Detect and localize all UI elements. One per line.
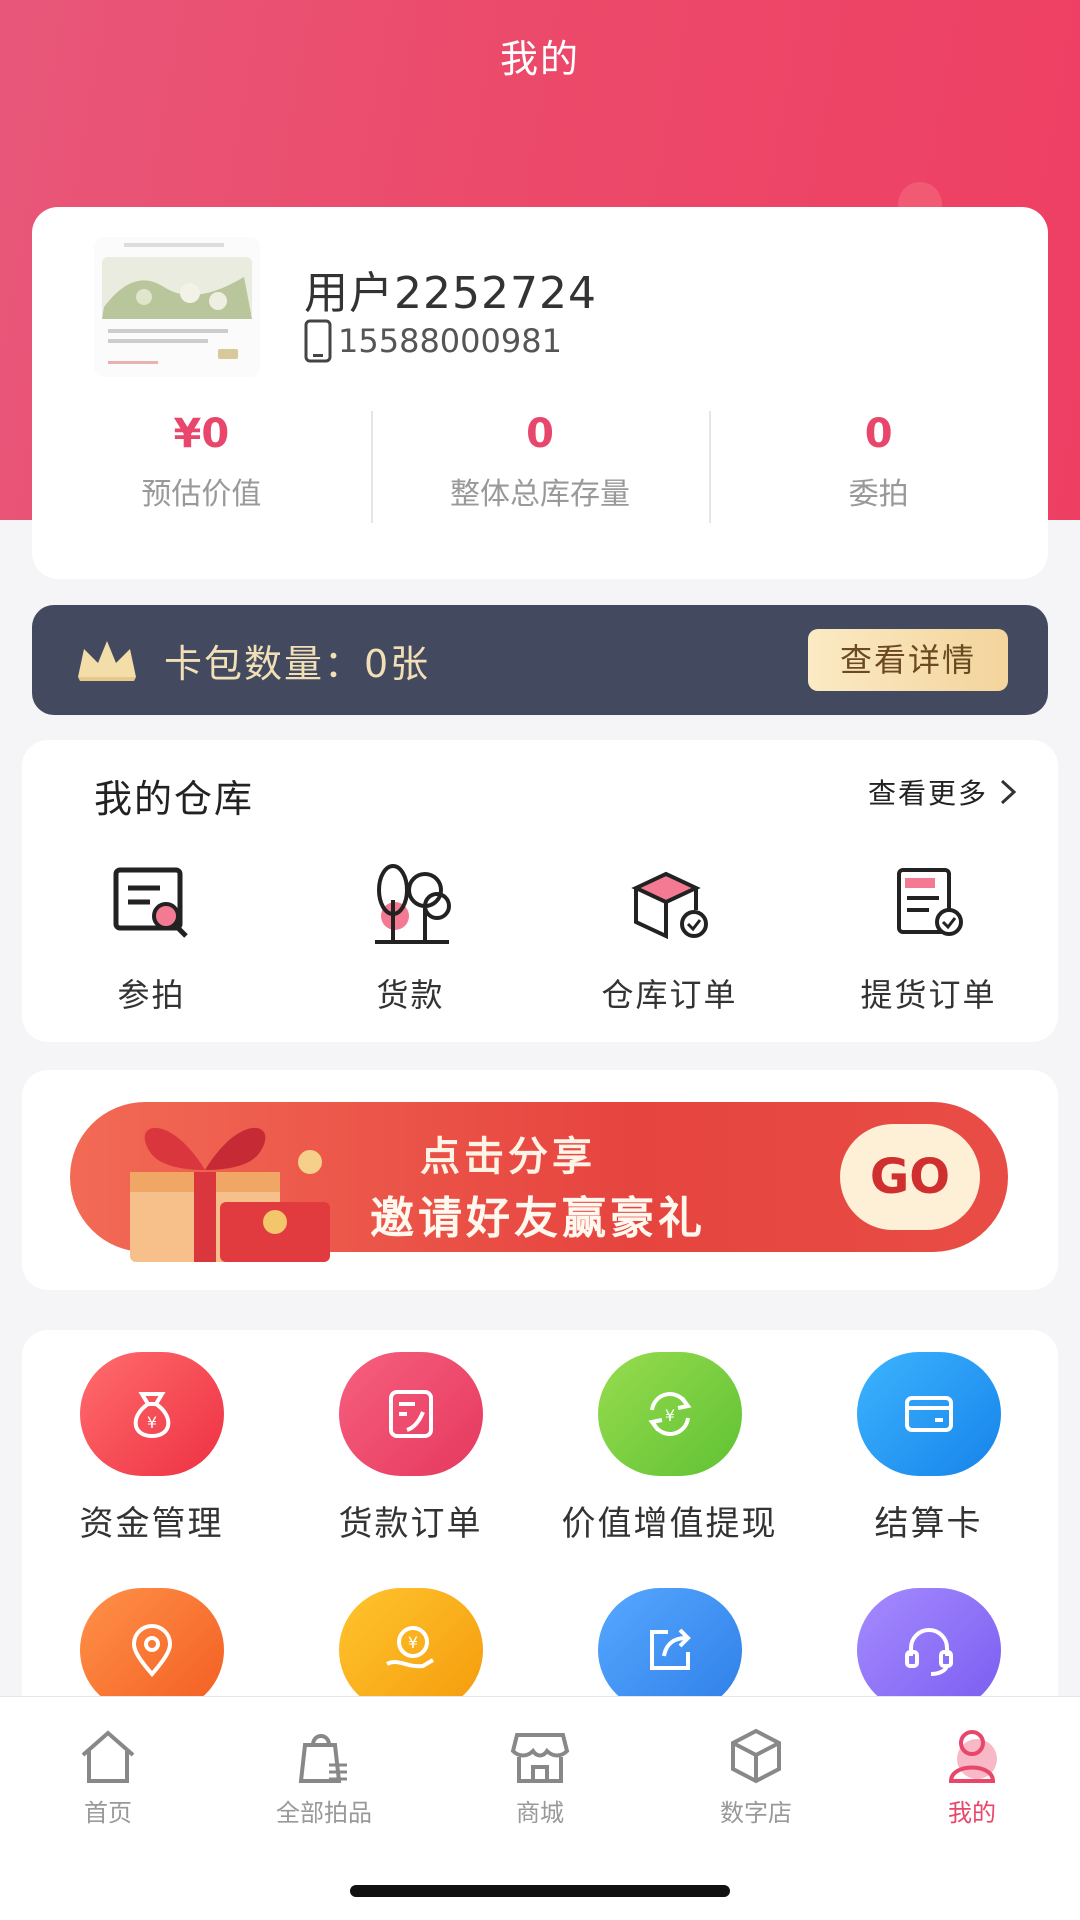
service-payment-orders[interactable]: 货款订单 <box>281 1352 540 1545</box>
crown-icon <box>78 641 136 681</box>
service-share[interactable] <box>540 1588 799 1712</box>
stat-label: 整体总库存量 <box>450 477 630 512</box>
card-pack-bar: 卡包数量：0张 查看详情 <box>32 605 1048 715</box>
stat-value: 0 <box>526 411 554 457</box>
stat-value: 0 <box>864 411 893 457</box>
headset-icon <box>904 1628 953 1676</box>
tab-label: 首页 <box>84 1799 132 1827</box>
warehouse-items: 参拍 货款 仓库订单 提货订单 <box>22 860 1058 1016</box>
tab-label: 我的 <box>948 1799 996 1827</box>
bottom-tab-bar: 首页 全部拍品 商城 数字店 我的 <box>0 1696 1080 1920</box>
page-title: 我的 <box>499 37 580 81</box>
service-coin[interactable]: ¥ <box>281 1588 540 1712</box>
service-label: 结算卡 <box>874 1504 983 1544</box>
warehouse-item-payment[interactable]: 货款 <box>281 860 540 1016</box>
tab-digital-store[interactable]: 数字店 <box>648 1725 864 1828</box>
cube-icon <box>731 1728 781 1784</box>
invite-banner-card: 点击分享 邀请好友赢豪礼 GO <box>22 1070 1058 1290</box>
section-title: 我的仓库 <box>94 777 255 821</box>
tab-label: 商城 <box>516 1799 564 1827</box>
service-label: 价值增值提现 <box>561 1504 778 1544</box>
circle: ¥ <box>79 1352 224 1476</box>
stats-row: ¥0 预估价值 0 整体总库存量 0 委拍 <box>32 407 1048 527</box>
username: 用户2252724 <box>304 268 597 319</box>
warehouse-card: 我的仓库 查看更多 参拍 货款 仓库订单 提货订单 <box>22 740 1058 1042</box>
warehouse-item-label: 提货订单 <box>860 976 997 1014</box>
stat-label: 预估价值 <box>141 477 262 512</box>
stat-consignment[interactable]: 0 委拍 <box>709 407 1048 527</box>
go-button[interactable]: GO <box>840 1124 980 1230</box>
service-label: 资金管理 <box>79 1504 224 1544</box>
service-label: 货款订单 <box>338 1504 483 1544</box>
doc-check-icon <box>896 868 963 936</box>
tab-mine[interactable]: 我的 <box>864 1725 1080 1828</box>
coin-hand-icon: ¥ <box>385 1626 434 1669</box>
card-icon <box>904 1396 953 1432</box>
money-bag-icon: ¥ <box>133 1392 170 1439</box>
trees-icon <box>374 864 451 944</box>
circle <box>79 1588 224 1712</box>
tab-mall[interactable]: 商城 <box>432 1725 648 1828</box>
svg-text:¥: ¥ <box>664 1406 674 1425</box>
service-customer-support[interactable] <box>799 1588 1058 1712</box>
warehouse-item-label: 货款 <box>376 976 445 1014</box>
banner-line2: 邀请好友赢豪礼 <box>370 1193 706 1244</box>
avatar[interactable] <box>94 237 260 377</box>
phone-icon <box>304 319 332 363</box>
svg-text:¥: ¥ <box>146 1413 156 1432</box>
services-card: ¥ 资金管理 货款订单 ¥ 价值增值提现 结算卡 ¥ <box>22 1330 1058 1730</box>
home-indicator <box>350 1885 730 1897</box>
warehouse-item-warehouse-order[interactable]: 仓库订单 <box>540 860 799 1016</box>
location-icon <box>131 1624 172 1678</box>
service-value-withdraw[interactable]: ¥ 价值增值提现 <box>540 1352 799 1545</box>
view-more-label: 查看更多 <box>867 777 988 810</box>
auction-doc-icon <box>113 867 188 938</box>
invite-banner[interactable]: 点击分享 邀请好友赢豪礼 GO <box>70 1102 1008 1262</box>
warehouse-item-label: 参拍 <box>117 976 186 1014</box>
box-check-icon <box>630 871 708 940</box>
warehouse-item-label: 仓库订单 <box>601 976 738 1014</box>
tab-label: 全部拍品 <box>276 1799 372 1827</box>
circle <box>597 1588 742 1712</box>
service-settlement-card[interactable]: 结算卡 <box>799 1352 1058 1545</box>
home-icon <box>81 1730 135 1783</box>
gift-icon <box>130 1127 330 1262</box>
tab-label: 数字店 <box>720 1799 792 1827</box>
profile-card: 用户2252724 15588000981 ¥0 预估价值 0 整体总库存量 0… <box>32 207 1048 579</box>
phone-row: 15588000981 <box>304 319 562 363</box>
exchange-icon: ¥ <box>647 1392 692 1436</box>
stat-estimated-value[interactable]: ¥0 预估价值 <box>32 407 371 527</box>
tab-all-items[interactable]: 全部拍品 <box>216 1725 432 1828</box>
user-icon <box>948 1730 997 1783</box>
svg-text:¥: ¥ <box>407 1633 417 1652</box>
phone-number: 15588000981 <box>338 322 562 360</box>
circle: ¥ <box>597 1352 742 1476</box>
chevron-right-icon <box>1000 779 1017 805</box>
banner-line1: 点击分享 <box>420 1134 596 1180</box>
services-row: ¥ 资金管理 货款订单 ¥ 价值增值提现 结算卡 <box>22 1352 1058 1545</box>
services-row: ¥ <box>22 1588 1058 1712</box>
view-more-link[interactable]: 查看更多 <box>868 772 1018 812</box>
card-pack-count: 卡包数量：0张 <box>164 642 431 686</box>
note-icon <box>388 1390 433 1438</box>
tab-home[interactable]: 首页 <box>0 1725 216 1828</box>
store-icon <box>510 1733 570 1783</box>
tabs: 首页 全部拍品 商城 数字店 我的 <box>0 1725 1080 1828</box>
view-details-button[interactable]: 查看详情 <box>808 629 1008 691</box>
stat-value: ¥0 <box>173 411 230 457</box>
circle <box>856 1588 1001 1712</box>
stat-label: 委拍 <box>848 477 909 512</box>
circle <box>338 1352 483 1476</box>
circle <box>856 1352 1001 1476</box>
service-location[interactable] <box>22 1588 281 1712</box>
bag-icon <box>298 1734 347 1783</box>
share-icon <box>649 1628 691 1670</box>
service-fund-management[interactable]: ¥ 资金管理 <box>22 1352 281 1545</box>
warehouse-item-auction[interactable]: 参拍 <box>22 860 281 1016</box>
warehouse-item-pickup-order[interactable]: 提货订单 <box>799 860 1058 1016</box>
circle: ¥ <box>338 1588 483 1712</box>
stat-total-inventory[interactable]: 0 整体总库存量 <box>370 407 710 527</box>
